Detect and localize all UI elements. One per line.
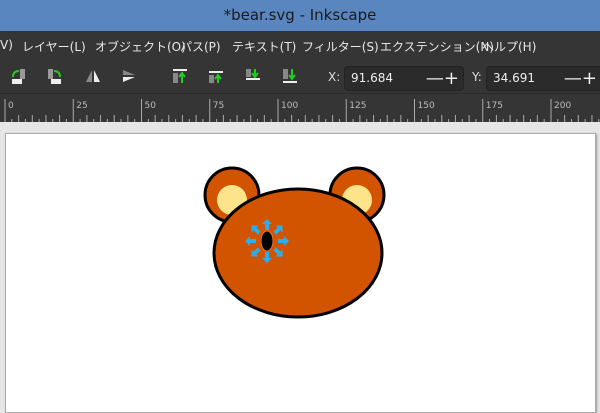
- plus-button[interactable]: +: [582, 68, 597, 89]
- y-input[interactable]: 34.691 —+: [486, 66, 600, 91]
- ruler-label: 125: [349, 101, 366, 111]
- ruler-label: 25: [76, 101, 87, 111]
- ruler-label: 75: [213, 101, 224, 111]
- ruler-label: 200: [554, 101, 571, 111]
- menu-path[interactable]: パス(P): [180, 38, 221, 55]
- flip-vertical-icon[interactable]: [120, 67, 138, 85]
- menu-extensions[interactable]: エクステンション(N): [380, 38, 494, 55]
- minus-button[interactable]: —: [426, 68, 444, 89]
- lower-to-bottom-icon[interactable]: [281, 67, 299, 85]
- x-stepper[interactable]: —+: [426, 67, 459, 90]
- y-stepper[interactable]: —+: [564, 67, 597, 90]
- eye[interactable]: [260, 230, 274, 252]
- menu-layer[interactable]: レイヤー(L): [22, 38, 86, 55]
- plus-button[interactable]: +: [444, 68, 459, 89]
- minus-button[interactable]: —: [564, 68, 582, 89]
- ruler-label: 100: [281, 101, 298, 111]
- x-value: 91.684: [351, 71, 393, 85]
- canvas[interactable]: [0, 122, 600, 413]
- rotate-cw-icon[interactable]: [45, 67, 63, 85]
- drawing[interactable]: [0, 122, 600, 400]
- ruler-label: 0: [8, 101, 14, 111]
- x-input[interactable]: 91.684 —+: [344, 66, 464, 91]
- ruler-label: 175: [486, 101, 503, 111]
- horizontal-ruler[interactable]: 0 25 50 75 100 125 150 175 200: [0, 93, 600, 123]
- menu-bar: V) レイヤー(L) オブジェクト(O) パス(P) テキスト(T) フィルター…: [0, 31, 600, 60]
- menu-view[interactable]: V): [0, 38, 13, 52]
- y-value: 34.691: [493, 71, 535, 85]
- lower-icon[interactable]: [244, 67, 262, 85]
- ruler-ticks: 0 25 50 75 100 125 150 175 200: [4, 99, 600, 123]
- ruler-label: 150: [418, 101, 435, 111]
- menu-filter[interactable]: フィルター(S): [302, 38, 379, 55]
- rotate-ccw-icon[interactable]: [10, 67, 28, 85]
- flip-horizontal-icon[interactable]: [84, 67, 102, 85]
- head[interactable]: [212, 187, 384, 319]
- raise-icon[interactable]: [207, 67, 225, 85]
- ruler-label: 50: [145, 101, 157, 111]
- y-label: Y:: [472, 70, 482, 84]
- window-title: *bear.svg - Inkscape: [0, 0, 600, 31]
- x-label: X:: [328, 70, 341, 84]
- raise-to-top-icon[interactable]: [171, 67, 189, 85]
- menu-object[interactable]: オブジェクト(O): [95, 38, 186, 55]
- bear[interactable]: [203, 166, 386, 319]
- menu-help[interactable]: ヘルプ(H): [482, 38, 536, 55]
- menu-text[interactable]: テキスト(T): [232, 38, 296, 55]
